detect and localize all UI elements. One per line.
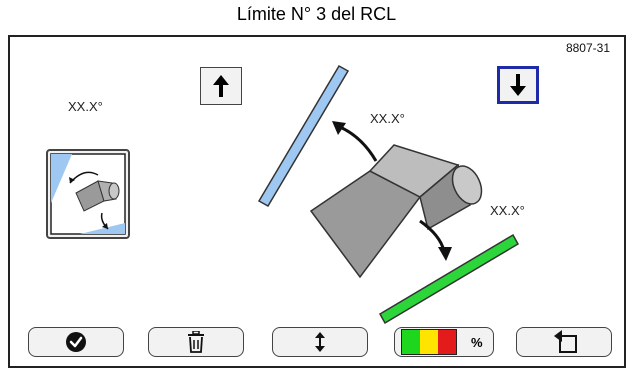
load-indicator-button[interactable]: % [394,327,494,357]
load-indicator-bar [401,329,457,355]
indicator-unit: % [471,334,483,350]
rcl-screen: 8807-31 XX.X° XX.X° XX.X° % [8,35,626,368]
upper-limit-bar [257,64,350,208]
up-down-toggle-button[interactable] [272,327,368,357]
delete-button[interactable] [148,327,244,357]
back-button[interactable] [516,327,612,357]
back-arrow-icon [554,330,577,353]
trash-icon [188,331,204,353]
up-down-arrows-icon [315,332,325,352]
rotate-up-arrow [339,125,378,162]
upper-arm-angle-value: XX.X° [370,111,405,126]
boom-diagram [257,64,520,325]
lower-arm-angle-value: XX.X° [490,203,525,218]
confirm-button[interactable] [28,327,124,357]
checkmark-icon [66,332,86,352]
figure-caption: Límite N° 3 del RCL [236,4,397,24]
